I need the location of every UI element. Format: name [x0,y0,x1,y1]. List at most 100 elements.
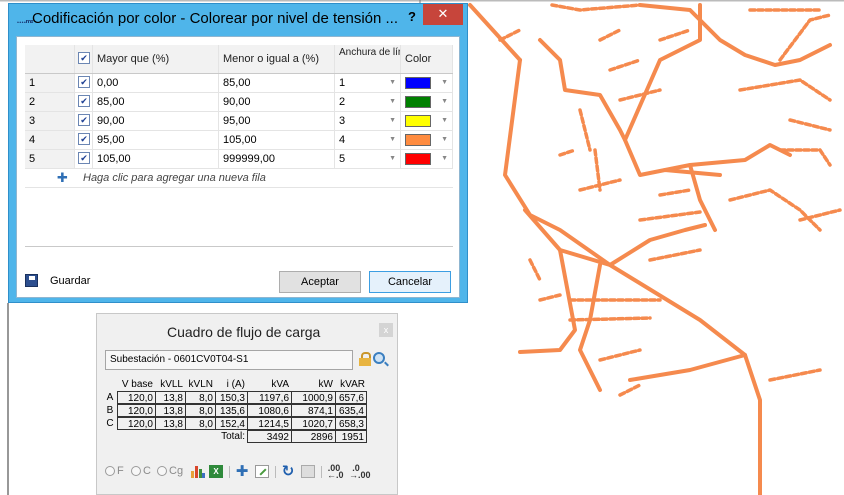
less-equal-value[interactable]: 85,00 [219,74,335,92]
less-equal-value[interactable]: 90,00 [219,93,335,111]
chevron-down-icon[interactable]: ▼ [389,131,396,149]
color-select[interactable]: ▼ [401,93,453,111]
accept-button[interactable]: Aceptar [279,271,361,293]
color-swatch[interactable] [405,96,431,108]
chevron-down-icon[interactable]: ▼ [389,74,396,92]
table-row[interactable]: 3 ✔ 90,00 95,00 3 ▼ ▼ [25,112,453,131]
less-equal-value[interactable]: 105,00 [219,131,335,149]
excel-export-icon[interactable]: X [209,465,223,478]
header-less-equal[interactable]: Menor o igual a (%) [219,45,335,73]
table-row[interactable]: 2 ✔ 85,00 90,00 2 ▼ ▼ [25,93,453,112]
radio-c[interactable] [131,466,141,476]
header-color[interactable]: Color [401,45,453,73]
color-select[interactable]: ▼ [401,112,453,130]
table-row[interactable]: 5 ✔ 105,00 999999,00 5 ▼ ▼ [25,150,453,169]
feeder-segment[interactable] [498,28,522,42]
radio-cg[interactable] [157,466,167,476]
feeder-segment[interactable] [558,148,577,157]
color-swatch[interactable] [405,134,431,146]
color-swatch[interactable] [405,115,431,127]
substation-field[interactable]: Subestación - 0601CV0T04-S1 [105,350,353,370]
feeder-segment[interactable] [468,3,522,62]
edit-icon[interactable] [255,465,269,478]
chevron-down-icon[interactable]: ▼ [389,150,396,168]
feeder-segment[interactable] [578,108,592,152]
feeder-segment[interactable] [618,88,662,102]
feeder-segment[interactable] [623,3,722,177]
help-button[interactable]: ? [401,8,423,26]
color-swatch[interactable] [405,153,431,165]
search-icon[interactable] [373,352,385,364]
feeder-segment[interactable] [658,28,692,42]
line-width-select[interactable]: 5 ▼ [335,150,401,168]
line-width-select[interactable]: 2 ▼ [335,93,401,111]
greater-than-value[interactable]: 105,00 [93,150,219,168]
table-row[interactable]: 4 ✔ 95,00 105,00 4 ▼ ▼ [25,131,453,150]
close-button[interactable]: ✕ [423,4,463,25]
add-row-icon[interactable]: ✚ [57,169,68,187]
chevron-down-icon[interactable]: ▼ [389,93,396,111]
refresh-icon[interactable]: ↻ [281,464,295,479]
decrease-decimals-icon[interactable]: .00 ←.0 [327,464,344,480]
feeder-segment[interactable] [608,58,642,72]
line-width-select[interactable]: 3 ▼ [335,112,401,130]
less-equal-value[interactable]: 999999,00 [219,150,335,168]
feeder-segment[interactable] [788,118,832,132]
color-select[interactable]: ▼ [401,74,453,92]
feeder-segment[interactable] [738,78,832,102]
feeder-segment[interactable] [598,28,622,42]
feeder-segment[interactable] [618,383,642,397]
feeder-segment[interactable] [628,353,747,382]
feeder-segment[interactable] [778,13,832,62]
dialog-titlebar[interactable]: ᠁ᵐᶦ Codificación por color - Colorear po… [9,4,467,36]
color-select[interactable]: ▼ [401,150,453,168]
bar-chart-icon[interactable] [191,465,205,478]
greater-than-value[interactable]: 90,00 [93,112,219,130]
row-enabled-checkbox[interactable]: ✔ [75,74,93,92]
line-width-select[interactable]: 1 ▼ [335,74,401,92]
header-select-all-checkbox[interactable]: ✔ [75,45,93,73]
cancel-button[interactable]: Cancelar [369,271,451,293]
line-width-select[interactable]: 4 ▼ [335,131,401,149]
color-rules-grid: ✔ Mayor que (%) Menor o igual a (%) Anch… [25,45,453,247]
feeder-segment[interactable] [538,293,562,302]
load-flow-close-button[interactable]: x [379,323,393,337]
header-greater-than[interactable]: Mayor que (%) [93,45,219,73]
row-enabled-checkbox[interactable]: ✔ [75,93,93,111]
greater-than-value[interactable]: 95,00 [93,131,219,149]
feeder-segment[interactable] [550,3,642,12]
greater-than-value[interactable]: 0,00 [93,74,219,92]
feeder-segment[interactable] [518,208,577,354]
table-icon[interactable] [301,465,315,478]
feeder-segment[interactable] [768,368,822,382]
feeder-segment[interactable] [578,263,602,392]
chevron-down-icon[interactable]: ▼ [441,74,448,92]
radio-f[interactable] [105,466,115,476]
row-enabled-checkbox[interactable]: ✔ [75,112,93,130]
chevron-down-icon[interactable]: ▼ [441,93,448,111]
header-line-width[interactable]: Anchura de línea [335,45,401,73]
feeder-segment[interactable] [728,188,822,232]
feeder-segment[interactable] [598,348,642,362]
row-enabled-checkbox[interactable]: ✔ [75,150,93,168]
increase-decimals-icon[interactable]: .0 →.00 [349,464,371,480]
lock-icon[interactable] [359,352,371,366]
add-new-row[interactable]: ✚ Haga clic para agregar una nueva fila [25,169,453,188]
feeder-segment[interactable] [658,188,692,197]
chevron-down-icon[interactable]: ▼ [441,112,448,130]
chevron-down-icon[interactable]: ▼ [441,131,448,149]
feeder-segment[interactable] [648,248,702,262]
feeder-segment[interactable] [568,316,652,322]
chevron-down-icon[interactable]: ▼ [441,150,448,168]
feeder-segment[interactable] [638,210,702,222]
add-icon[interactable]: ✚ [235,464,249,479]
chevron-down-icon[interactable]: ▼ [389,112,396,130]
row-enabled-checkbox[interactable]: ✔ [75,131,93,149]
color-swatch[interactable] [405,77,431,89]
table-row[interactable]: 1 ✔ 0,00 85,00 1 ▼ ▼ [25,74,453,93]
less-equal-value[interactable]: 95,00 [219,112,335,130]
feeder-segment[interactable] [528,258,542,282]
feeder-segment[interactable] [663,143,792,172]
greater-than-value[interactable]: 85,00 [93,93,219,111]
color-select[interactable]: ▼ [401,131,453,149]
